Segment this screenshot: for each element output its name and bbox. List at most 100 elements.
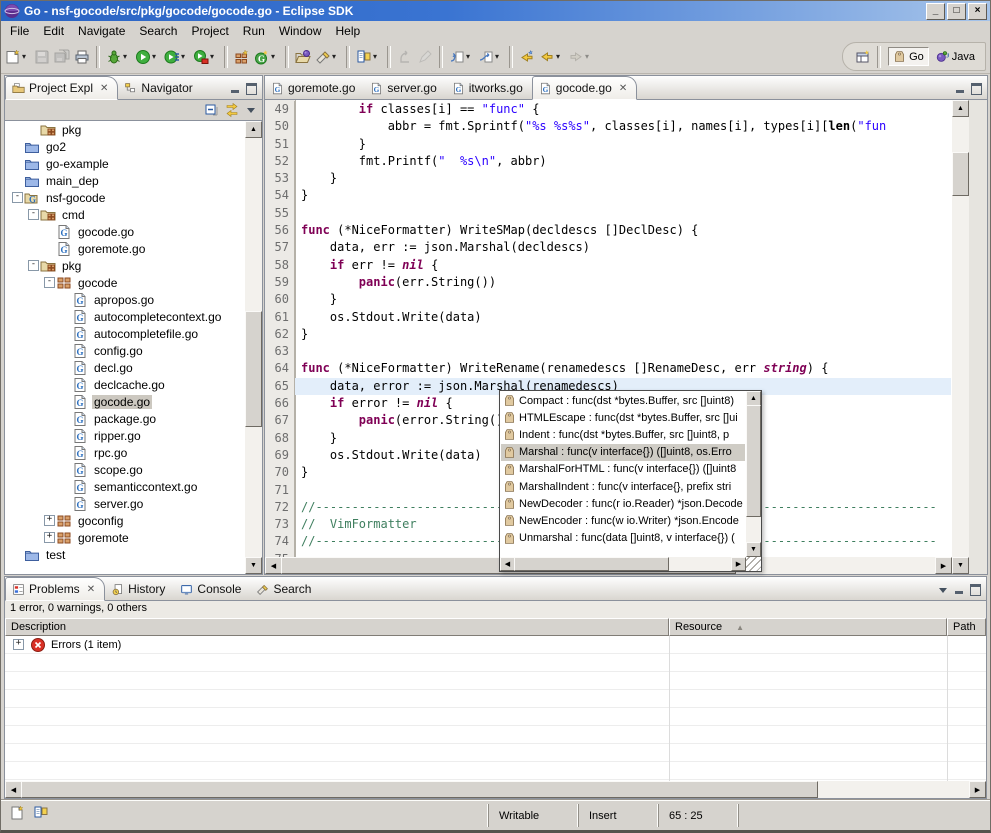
problems-row-errors[interactable]: +Errors (1 item): [5, 636, 986, 654]
dropdown-arrow-icon[interactable]: ▾: [585, 52, 593, 61]
collapse-all-icon[interactable]: [204, 102, 220, 118]
tree-expander-icon[interactable]: -: [12, 192, 23, 203]
tree-expander-icon[interactable]: -: [28, 209, 39, 220]
toolbar-mark-button[interactable]: [415, 45, 435, 69]
dropdown-arrow-icon[interactable]: ▾: [373, 52, 381, 61]
code-line-56[interactable]: 56func (*NiceFormatter) WriteSMap(declde…: [265, 222, 951, 239]
maximize-editor-icon[interactable]: [969, 83, 983, 95]
tree-item-autocompletefile-go[interactable]: Gautocompletefile.go: [5, 325, 262, 342]
dropdown-arrow-icon[interactable]: ▾: [22, 52, 30, 61]
menu-navigate[interactable]: Navigate: [71, 22, 132, 40]
tree-scrollbar[interactable]: ▲ ▼: [245, 121, 262, 574]
close-tab-icon[interactable]: ✕: [87, 584, 95, 595]
toolbar-forward-button[interactable]: ▾: [566, 45, 595, 69]
toolbar-back-button[interactable]: ▾: [537, 45, 566, 69]
window-maximize-button[interactable]: □: [947, 3, 966, 20]
completion-item-newdecoder[interactable]: NewDecoder : func(r io.Reader) *json.Dec…: [501, 495, 745, 512]
problems-menu-icon[interactable]: [936, 584, 950, 596]
maximize-problems-icon[interactable]: [968, 584, 982, 596]
editor-vertical-scrollbar[interactable]: ▲ ▼: [952, 100, 969, 574]
completion-item-htmlescape[interactable]: HTMLEscape : func(dst *bytes.Buffer, src…: [501, 409, 745, 426]
code-line-59[interactable]: 59 panic(err.String()): [265, 274, 951, 291]
editor-tab-server-go[interactable]: Gserver.go: [364, 77, 445, 99]
menu-file[interactable]: File: [3, 22, 36, 40]
tree-item-goremote-go[interactable]: Ggoremote.go: [5, 240, 262, 257]
perspective-go[interactable]: Go: [888, 47, 929, 66]
tree-expander-icon[interactable]: +: [44, 515, 55, 526]
tree-item-autocompletecontext-go[interactable]: Gautocompletecontext.go: [5, 308, 262, 325]
completion-item-newencoder[interactable]: NewEncoder : func(w io.Writer) *json.Enc…: [501, 512, 745, 529]
code-line-57[interactable]: 57 data, err := json.Marshal(decldescs): [265, 239, 951, 256]
toolbar-undo-button[interactable]: [395, 45, 415, 69]
tree-item-goconfig[interactable]: +goconfig: [5, 512, 262, 529]
problems-hscroll-thumb[interactable]: [21, 781, 818, 798]
perspective-java[interactable]: JJava: [932, 48, 979, 65]
editor-scroll-left-icon[interactable]: ◀: [265, 557, 282, 574]
code-line-52[interactable]: 52 fmt.Printf(" %s\n", abbr): [265, 153, 951, 170]
tree-expander-icon[interactable]: -: [44, 277, 55, 288]
dropdown-arrow-icon[interactable]: ▾: [152, 52, 160, 61]
tab-search[interactable]: Search: [250, 578, 320, 600]
tree-item-server-go[interactable]: Gserver.go: [5, 495, 262, 512]
popup-scroll-up-icon[interactable]: ▲: [746, 391, 761, 406]
dropdown-arrow-icon[interactable]: ▾: [123, 52, 131, 61]
popup-hscroll-thumb[interactable]: [514, 557, 669, 571]
editor-scroll-up-icon[interactable]: ▲: [952, 100, 969, 117]
tab-navigator[interactable]: Navigator: [118, 77, 201, 99]
code-line-62[interactable]: 62}: [265, 326, 951, 343]
tree-expander-icon[interactable]: +: [44, 532, 55, 543]
tree-item-gocode-go[interactable]: Ggocode.go: [5, 223, 262, 240]
toolbar-lastedit-button[interactable]: [517, 45, 537, 69]
link-with-editor-icon[interactable]: [224, 102, 240, 118]
toolbar-nav2-button[interactable]: ▾: [476, 45, 505, 69]
completion-item-marshalindent[interactable]: MarshalIndent : func(v interface{}, pref…: [501, 478, 745, 495]
toolbar-search-button[interactable]: ▾: [313, 45, 342, 69]
tree-item-declcache-go[interactable]: Gdeclcache.go: [5, 376, 262, 393]
popup-resize-grip[interactable]: [746, 557, 761, 571]
toolbar-new-button[interactable]: ▾: [3, 45, 32, 69]
toolbar-opentype-button[interactable]: [293, 45, 313, 69]
code-line-64[interactable]: 64func (*NiceFormatter) WriteRename(rena…: [265, 360, 951, 377]
menu-help[interactable]: Help: [329, 22, 368, 40]
editor-tab-itworks-go[interactable]: Gitworks.go: [446, 77, 532, 99]
editor-tab-gocode-go[interactable]: Ggocode.go✕: [532, 76, 637, 100]
code-line-63[interactable]: 63: [265, 343, 951, 360]
tree-expander-icon[interactable]: -: [28, 260, 39, 271]
tree-item-semanticcontext-go[interactable]: Gsemanticcontext.go: [5, 478, 262, 495]
fast-view-icon[interactable]: [9, 805, 25, 821]
tree-scroll-down-icon[interactable]: ▼: [245, 557, 262, 574]
tree-item-nsf-gocode[interactable]: -Gnsf-gocode: [5, 189, 262, 206]
completion-item-compact[interactable]: Compact : func(dst *bytes.Buffer, src []…: [501, 392, 745, 409]
dropdown-arrow-icon[interactable]: ▾: [271, 52, 279, 61]
tree-item-pkg[interactable]: pkg: [5, 121, 262, 138]
completion-item-marshal[interactable]: Marshal : func(v interface{}) ([]uint8, …: [501, 444, 745, 461]
tree-item-test[interactable]: test: [5, 546, 262, 563]
row-expander-icon[interactable]: +: [13, 639, 24, 650]
tree-item-package-go[interactable]: Gpackage.go: [5, 410, 262, 427]
column-path[interactable]: Path: [947, 618, 986, 636]
popup-scroll-right-icon[interactable]: ▶: [731, 557, 746, 571]
dropdown-arrow-icon[interactable]: ▾: [466, 52, 474, 61]
code-line-55[interactable]: 55: [265, 205, 951, 222]
toolbar-run-button[interactable]: ▾: [133, 45, 162, 69]
minimize-editor-icon[interactable]: [953, 83, 967, 95]
menu-search[interactable]: Search: [132, 22, 184, 40]
menu-project[interactable]: Project: [184, 22, 235, 40]
tab-problems[interactable]: Problems✕: [5, 577, 105, 601]
code-line-54[interactable]: 54}: [265, 187, 951, 204]
menu-window[interactable]: Window: [272, 22, 329, 40]
code-line-51[interactable]: 51 }: [265, 136, 951, 153]
editor-scroll-down-icon[interactable]: ▼: [952, 557, 969, 574]
tree-item-pkg[interactable]: -pkg: [5, 257, 262, 274]
problems-horizontal-scrollbar[interactable]: ◀ ▶: [5, 781, 986, 798]
popup-scroll-down-icon[interactable]: ▼: [746, 542, 761, 557]
code-line-61[interactable]: 61 os.Stdout.Write(data): [265, 309, 951, 326]
tree-item-cmd[interactable]: -cmd: [5, 206, 262, 223]
tree-item-go-example[interactable]: go-example: [5, 155, 262, 172]
dropdown-arrow-icon[interactable]: ▾: [495, 52, 503, 61]
dropdown-arrow-icon[interactable]: ▾: [210, 52, 218, 61]
tree-item-apropos-go[interactable]: Gapropos.go: [5, 291, 262, 308]
tree-item-config-go[interactable]: Gconfig.go: [5, 342, 262, 359]
window-minimize-button[interactable]: _: [926, 3, 945, 20]
column-resource[interactable]: Resource▲: [669, 618, 947, 636]
